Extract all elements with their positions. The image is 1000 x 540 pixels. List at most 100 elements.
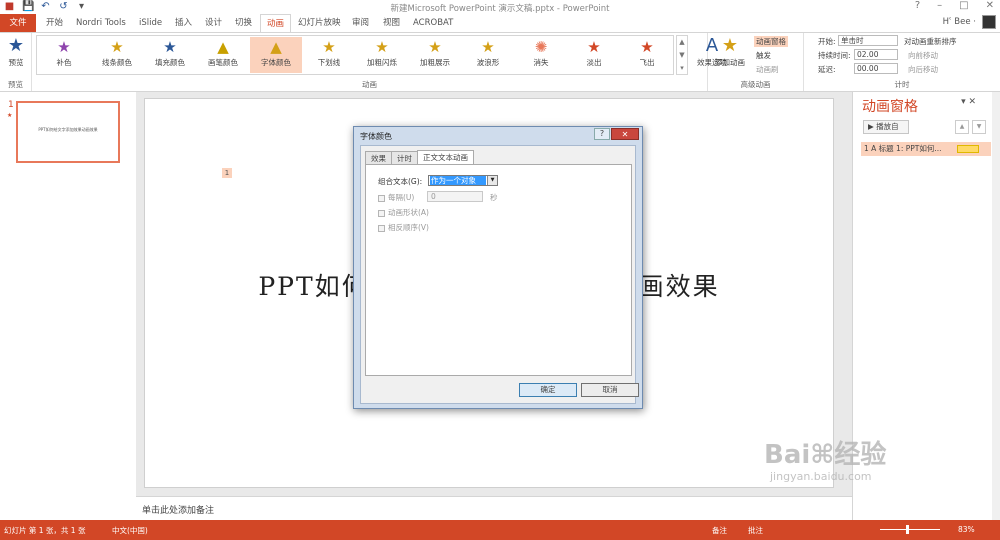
- tab-text-animation[interactable]: 正文文本动画: [417, 150, 474, 164]
- tab-transitions[interactable]: 切换: [229, 14, 258, 32]
- help-button[interactable]: ?: [915, 0, 920, 11]
- comments-toggle[interactable]: 批注: [748, 525, 763, 536]
- dialog-title: 字体颜色: [360, 132, 392, 141]
- anim-brush-color[interactable]: ▲ 画笔颜色: [197, 37, 249, 73]
- zoom-slider[interactable]: [880, 529, 940, 530]
- tab-home[interactable]: 开始: [40, 14, 69, 32]
- maximize-button[interactable]: □: [959, 0, 968, 11]
- animation-list-item[interactable]: 1 A 标题 1: PPT如何...: [861, 142, 991, 156]
- ribbon: ★ 预览 预览 ★ 补色 ★ 线条颜色 ★ 填充颜色 ▲ 画笔颜色 ▲ 字体颜色 ★ 下划线…: [0, 32, 1000, 92]
- star-icon: ★: [57, 38, 71, 56]
- tab-view[interactable]: 视图: [377, 14, 406, 32]
- group-label: 预览: [8, 80, 23, 89]
- tab-design[interactable]: 设计: [199, 14, 228, 32]
- anim-underline[interactable]: ★ 下划线: [303, 37, 355, 73]
- anim-fade-out[interactable]: ★ 淡出: [568, 37, 620, 73]
- anim-fly-out[interactable]: ★ 飞出: [621, 37, 673, 73]
- tab-acrobat[interactable]: ACROBAT: [407, 14, 459, 32]
- chevron-down-icon[interactable]: ▼: [487, 176, 497, 185]
- timing-bar: [957, 145, 979, 153]
- language-indicator[interactable]: 中文(中国): [112, 525, 148, 536]
- start-label: 开始:: [818, 37, 836, 46]
- notes-placeholder[interactable]: 单击此处添加备注: [136, 496, 852, 520]
- zoom-level[interactable]: 83%: [958, 525, 975, 534]
- move-earlier-button[interactable]: 向前移动: [908, 50, 938, 61]
- every-seconds-field[interactable]: 0: [427, 191, 483, 202]
- reorder-arrows: ▲ ▼: [955, 120, 986, 134]
- pane-close[interactable]: ▾ ✕: [961, 97, 976, 107]
- cancel-button[interactable]: 取消: [581, 383, 639, 397]
- reverse-order-checkbox[interactable]: 相反顺序(V): [378, 222, 429, 233]
- gallery-scroll[interactable]: ▲ ▼ ▾: [676, 35, 688, 75]
- tab-animations[interactable]: 动画: [260, 14, 292, 32]
- user-area[interactable]: Hʿ Bee ·: [943, 15, 996, 29]
- pane-scrollbar[interactable]: [992, 92, 1000, 520]
- anim-wave[interactable]: ★ 波浪形: [462, 37, 514, 73]
- tab-insert[interactable]: 插入: [169, 14, 198, 32]
- animation-painter-button[interactable]: 动画刷: [756, 64, 779, 75]
- anim-fill-color[interactable]: ★ 填充颜色: [144, 37, 196, 73]
- anim-disappear[interactable]: ✺ 消失: [515, 37, 567, 73]
- every-checkbox[interactable]: 每隔(U): [378, 192, 414, 203]
- thumbnail-pane: 1 ★ PPT如何给文字添加效果动画效果: [0, 92, 136, 520]
- preview-group: ★ 预览 预览: [0, 33, 32, 91]
- timing-group: 开始: 单击时 持续时间: 02.00 延迟: 00.00 对动画重新排序 向前…: [804, 33, 1000, 91]
- seconds-unit: 秒: [490, 193, 498, 202]
- ok-button[interactable]: 确定: [519, 383, 577, 397]
- letter-a-icon: ▲: [217, 38, 229, 56]
- delay-label: 延迟:: [818, 65, 836, 74]
- window-title: 新建Microsoft PowerPoint 演示文稿.pptx - Power…: [390, 4, 610, 14]
- tab-nordri-tools[interactable]: Nordri Tools: [70, 14, 132, 32]
- tab-islide[interactable]: iSlide: [133, 14, 168, 32]
- zoom-slider-knob[interactable]: [906, 525, 909, 534]
- delay-field[interactable]: 00.00: [854, 63, 898, 74]
- move-up-button[interactable]: ▲: [955, 120, 969, 134]
- text-animation-panel: 组合文本(G): 作为一个对象 ▼ 每隔(U) 0 秒 动画形状(A) 相反顺序…: [365, 164, 632, 376]
- group-text-select[interactable]: 作为一个对象 ▼: [428, 175, 498, 186]
- avatar[interactable]: [982, 15, 996, 29]
- window-controls: ? – □ ✕: [915, 0, 994, 11]
- add-animation-button[interactable]: ★ 添加动画: [710, 35, 750, 68]
- anim-font-color[interactable]: ▲ 字体颜色: [250, 37, 302, 73]
- checkbox-box[interactable]: [378, 194, 385, 202]
- animation-pane-button[interactable]: 动画窗格: [754, 36, 788, 47]
- duration-field[interactable]: 02.00: [854, 49, 898, 60]
- animation-gallery-group: ★ 补色 ★ 线条颜色 ★ 填充颜色 ▲ 画笔颜色 ▲ 字体颜色 ★ 下划线 ★ 加粗闪烁 ★…: [32, 33, 727, 91]
- dialog-close-button[interactable]: ✕: [611, 128, 639, 140]
- anim-bold-reveal[interactable]: ★ 加粗展示: [409, 37, 461, 73]
- duration-label: 持续时间:: [818, 51, 851, 60]
- status-bar: 幻灯片 第 1 张，共 1 张 中文(中国) 备注 批注 83%: [0, 520, 1000, 540]
- anim-bold-flash[interactable]: ★ 加粗闪烁: [356, 37, 408, 73]
- move-later-button[interactable]: 向后移动: [908, 64, 938, 75]
- tab-review[interactable]: 审阅: [346, 14, 375, 32]
- anim-line-color[interactable]: ★ 线条颜色: [91, 37, 143, 73]
- trigger-button[interactable]: 触发: [756, 50, 771, 61]
- checkbox-box[interactable]: [378, 224, 385, 232]
- slide-number: 1: [8, 100, 14, 110]
- letter-u-icon: ★: [322, 38, 336, 56]
- preview-button[interactable]: ★ 预览: [2, 35, 30, 68]
- play-from-button[interactable]: ▶ 播放自: [863, 120, 909, 134]
- anim-complementary-color[interactable]: ★ 补色: [38, 37, 90, 73]
- notes-toggle[interactable]: 备注: [712, 525, 727, 536]
- tab-slideshow[interactable]: 幻灯片放映: [292, 14, 347, 32]
- minimize-button[interactable]: –: [937, 0, 942, 11]
- watermark-url: jingyan.baidu.com: [770, 470, 872, 483]
- animation-star-icon: ★: [7, 112, 13, 119]
- tab-effect[interactable]: 效果: [365, 151, 392, 164]
- move-down-button[interactable]: ▼: [972, 120, 986, 134]
- dialog-body: 效果 计时 正文文本动画 组合文本(G): 作为一个对象 ▼ 每隔(U) 0 秒…: [360, 145, 639, 404]
- start-select[interactable]: 单击时: [838, 35, 898, 46]
- tab-file[interactable]: 文件: [0, 14, 36, 32]
- add-animation-icon: ★: [721, 35, 739, 56]
- animation-order-tag[interactable]: 1: [222, 168, 232, 178]
- slide-thumbnail[interactable]: PPT如何给文字添加效果动画效果: [16, 101, 120, 163]
- animate-shape-checkbox[interactable]: 动画形状(A): [378, 207, 429, 218]
- letter-b-icon: ★: [428, 38, 442, 56]
- user-name[interactable]: Hʿ Bee ·: [943, 17, 976, 27]
- checkbox-box[interactable]: [378, 209, 385, 217]
- dialog-help-button[interactable]: ?: [594, 128, 610, 140]
- tab-timing[interactable]: 计时: [391, 151, 418, 164]
- title-bar: ■ 💾 ↶ ↺ ▾ 新建Microsoft PowerPoint 演示文稿.pp…: [0, 0, 1000, 14]
- close-button[interactable]: ✕: [986, 0, 994, 11]
